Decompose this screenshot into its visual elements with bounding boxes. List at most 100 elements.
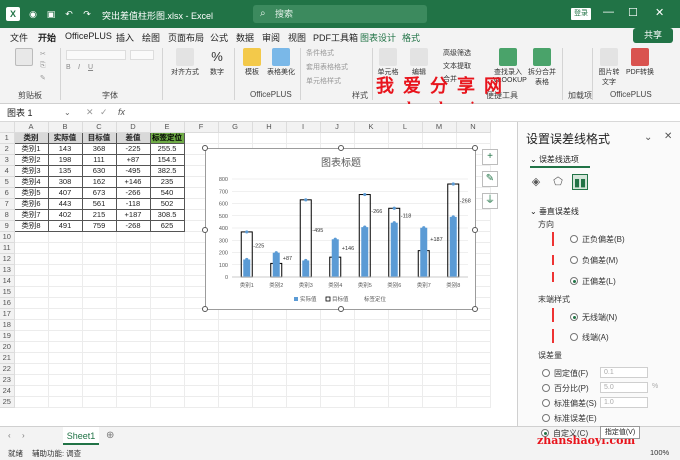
- target-marker[interactable]: [363, 192, 367, 197]
- column-header[interactable]: E: [150, 122, 185, 134]
- cell[interactable]: -225: [115, 143, 151, 156]
- column-header[interactable]: K: [354, 122, 389, 134]
- cell[interactable]: [184, 341, 219, 354]
- cell[interactable]: -495: [115, 165, 151, 178]
- cell[interactable]: [286, 363, 321, 376]
- legend-swatch-actual[interactable]: [294, 297, 298, 301]
- save-icon[interactable]: ▣: [44, 7, 58, 21]
- cell[interactable]: [116, 275, 151, 288]
- cell[interactable]: 类别3: [13, 165, 49, 178]
- tab-draw[interactable]: 绘图: [142, 31, 160, 44]
- cell[interactable]: [48, 363, 83, 376]
- cell[interactable]: [116, 286, 151, 299]
- row-header[interactable]: 18: [0, 319, 15, 332]
- y-tick-label[interactable]: 600: [219, 202, 228, 208]
- cell[interactable]: [150, 352, 185, 365]
- bar-options-icon[interactable]: ▮▮: [572, 174, 588, 190]
- column-header[interactable]: C: [82, 122, 117, 134]
- chevron-down-icon[interactable]: ⌄: [644, 132, 652, 143]
- split-table-button[interactable]: 拆分合并表格: [527, 48, 557, 87]
- x-tick-label[interactable]: 类别1: [240, 281, 254, 289]
- cell[interactable]: [218, 330, 253, 343]
- cell[interactable]: [48, 308, 83, 321]
- column-header[interactable]: B: [48, 122, 83, 134]
- cell[interactable]: [218, 132, 253, 145]
- amount-radio-fixed[interactable]: [542, 369, 550, 377]
- cell[interactable]: [116, 385, 151, 398]
- cell[interactable]: -268: [115, 220, 151, 233]
- cell[interactable]: [82, 363, 117, 376]
- bold-icon[interactable]: B: [66, 64, 71, 71]
- tab-home[interactable]: 开始: [38, 31, 57, 48]
- row-header[interactable]: 25: [0, 396, 15, 409]
- cell[interactable]: [14, 286, 49, 299]
- cell[interactable]: [320, 385, 355, 398]
- specify-value-button[interactable]: 指定值(V): [600, 426, 640, 439]
- cell[interactable]: [354, 374, 389, 387]
- fill-icon[interactable]: ◈: [528, 174, 544, 190]
- cell[interactable]: [422, 396, 457, 409]
- column-header[interactable]: F: [184, 122, 219, 134]
- cell[interactable]: +87: [115, 154, 151, 167]
- cell[interactable]: [82, 275, 117, 288]
- cell[interactable]: [14, 363, 49, 376]
- cell[interactable]: [14, 385, 49, 398]
- search-input[interactable]: ⌕ 搜索: [253, 5, 427, 23]
- difference-label[interactable]: -495: [312, 228, 323, 234]
- cell[interactable]: [82, 286, 117, 299]
- tab-insert[interactable]: 插入: [116, 31, 134, 44]
- row-header[interactable]: 17: [0, 308, 15, 321]
- cell[interactable]: 308: [47, 176, 83, 189]
- cell[interactable]: 308.5: [149, 209, 185, 222]
- cell[interactable]: 540: [149, 187, 185, 200]
- cell[interactable]: [218, 319, 253, 332]
- cell[interactable]: [354, 132, 389, 145]
- vertical-error-bar-section[interactable]: ⌄ 垂直误差线: [530, 206, 579, 217]
- cell[interactable]: [286, 330, 321, 343]
- cell[interactable]: [116, 396, 151, 409]
- cell[interactable]: 368: [81, 143, 117, 156]
- cell[interactable]: [14, 231, 49, 244]
- cell[interactable]: [82, 253, 117, 266]
- format-painter-icon[interactable]: ✎: [40, 74, 46, 82]
- cell[interactable]: [388, 132, 423, 145]
- advanced-filter-button[interactable]: 高级筛选: [443, 48, 471, 58]
- italic-icon[interactable]: I: [78, 64, 80, 71]
- cell[interactable]: [354, 352, 389, 365]
- fixed-value-input[interactable]: 0.1: [600, 367, 648, 378]
- cell[interactable]: 673: [81, 187, 117, 200]
- cell[interactable]: [422, 374, 457, 387]
- x-tick-label[interactable]: 类别8: [446, 281, 460, 289]
- cell[interactable]: 类别2: [13, 154, 49, 167]
- autosave-toggle-icon[interactable]: ◉: [26, 7, 40, 21]
- cell[interactable]: [116, 352, 151, 365]
- cell[interactable]: [150, 341, 185, 354]
- cell[interactable]: 625: [149, 220, 185, 233]
- cell[interactable]: 类别7: [13, 209, 49, 222]
- font-size-select[interactable]: [130, 50, 154, 60]
- cell[interactable]: [218, 385, 253, 398]
- chevron-down-icon[interactable]: ⌄: [64, 108, 71, 117]
- cell[interactable]: [14, 341, 49, 354]
- cell[interactable]: [286, 396, 321, 409]
- tab-file[interactable]: 文件: [10, 31, 28, 44]
- cell[interactable]: [422, 341, 457, 354]
- actual-marker[interactable]: [363, 225, 367, 229]
- cell[interactable]: [388, 319, 423, 332]
- row-header[interactable]: 21: [0, 352, 15, 365]
- cell[interactable]: [184, 396, 219, 409]
- resize-handle[interactable]: [472, 306, 478, 312]
- cell[interactable]: [48, 253, 83, 266]
- row-header[interactable]: 4: [0, 165, 15, 178]
- actual-bar[interactable]: [243, 259, 251, 277]
- cell[interactable]: [184, 319, 219, 332]
- stddev-value-input[interactable]: 1.0: [600, 397, 648, 408]
- cell[interactable]: [14, 264, 49, 277]
- close-icon[interactable]: ✕: [655, 6, 664, 19]
- row-header[interactable]: 8: [0, 209, 15, 222]
- cell[interactable]: [354, 319, 389, 332]
- cell[interactable]: [48, 396, 83, 409]
- x-tick-label[interactable]: 类别4: [328, 281, 342, 289]
- tab-formulas[interactable]: 公式: [210, 31, 228, 44]
- cell[interactable]: [388, 363, 423, 376]
